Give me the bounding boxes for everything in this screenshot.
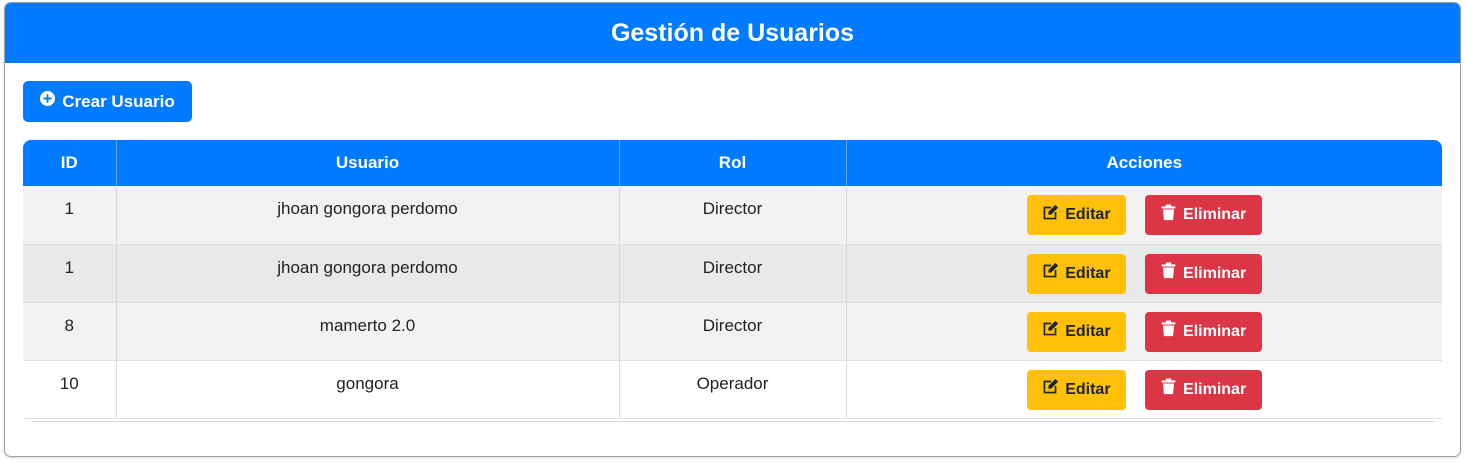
edit-icon (1042, 204, 1059, 221)
delete-button[interactable]: Eliminar (1144, 253, 1262, 294)
edit-label: Editar (1065, 206, 1111, 223)
table-row: 8 mamerto 2.0 Director Editar Eliminar (23, 302, 1442, 361)
column-header-acciones: Acciones (846, 140, 1442, 186)
delete-label: Eliminar (1183, 380, 1247, 398)
delete-button[interactable]: Eliminar (1144, 369, 1262, 410)
trash-icon (1160, 378, 1177, 395)
cell-acciones: Editar Eliminar (846, 244, 1442, 303)
column-header-id: ID (23, 140, 117, 186)
table-row: 1 jhoan gongora perdomo Director Editar (23, 244, 1442, 303)
column-header-usuario: Usuario (116, 140, 620, 186)
cell-usuario: jhoan gongora perdomo (116, 244, 620, 303)
cell-acciones: Editar Eliminar (846, 360, 1442, 419)
edit-button[interactable]: Editar (1026, 311, 1126, 352)
table-row: 10 gongora Operador Editar Eliminar (23, 360, 1442, 419)
edit-icon (1042, 378, 1059, 395)
trash-icon (1160, 320, 1177, 337)
delete-label: Eliminar (1183, 264, 1247, 282)
cell-id: 10 (23, 360, 117, 419)
edit-label: Editar (1065, 380, 1111, 398)
user-management-card: Gestión de Usuarios Crear Usuario ID Usu (4, 2, 1461, 457)
cell-id: 8 (23, 302, 117, 361)
edit-button[interactable]: Editar (1026, 369, 1126, 410)
cell-rol: Director (619, 302, 847, 361)
cell-rol: Operador (619, 360, 847, 419)
table-bottom-divider (32, 421, 1434, 422)
cell-rol: Director (619, 244, 847, 303)
cell-usuario: gongora (116, 360, 620, 419)
page-title-text: Gestión de Usuarios (610, 18, 855, 47)
delete-button[interactable]: Eliminar (1144, 311, 1262, 352)
create-user-label: Crear Usuario (62, 91, 175, 111)
cell-id: 1 (23, 244, 117, 303)
cell-acciones: Editar Eliminar (846, 186, 1442, 245)
cell-rol: Director (619, 186, 847, 245)
delete-button[interactable]: Eliminar (1144, 195, 1262, 235)
edit-button[interactable]: Editar (1026, 253, 1126, 294)
delete-label: Eliminar (1183, 322, 1247, 340)
delete-label: Eliminar (1183, 206, 1247, 223)
cell-usuario: jhoan gongora perdomo (116, 186, 620, 245)
plus-circle-icon (40, 91, 56, 106)
edit-label: Editar (1065, 322, 1111, 340)
page-title: Gestión de Usuarios (5, 3, 1460, 63)
cell-acciones: Editar Eliminar (846, 302, 1442, 361)
edit-icon (1042, 320, 1059, 337)
cell-usuario: mamerto 2.0 (116, 302, 620, 361)
edit-label: Editar (1065, 264, 1111, 282)
users-table: ID Usuario Rol Acciones 1 jhoan gongora … (23, 140, 1442, 422)
trash-icon (1160, 262, 1177, 279)
cell-id: 1 (23, 186, 117, 245)
edit-button[interactable]: Editar (1026, 195, 1126, 235)
edit-icon (1042, 262, 1059, 279)
create-user-button[interactable]: Crear Usuario (23, 81, 192, 122)
table-row: 1 jhoan gongora perdomo Director Editar (23, 186, 1442, 245)
trash-icon (1160, 204, 1177, 221)
column-header-rol: Rol (619, 140, 847, 186)
table-header-row: ID Usuario Rol Acciones (23, 140, 1442, 186)
